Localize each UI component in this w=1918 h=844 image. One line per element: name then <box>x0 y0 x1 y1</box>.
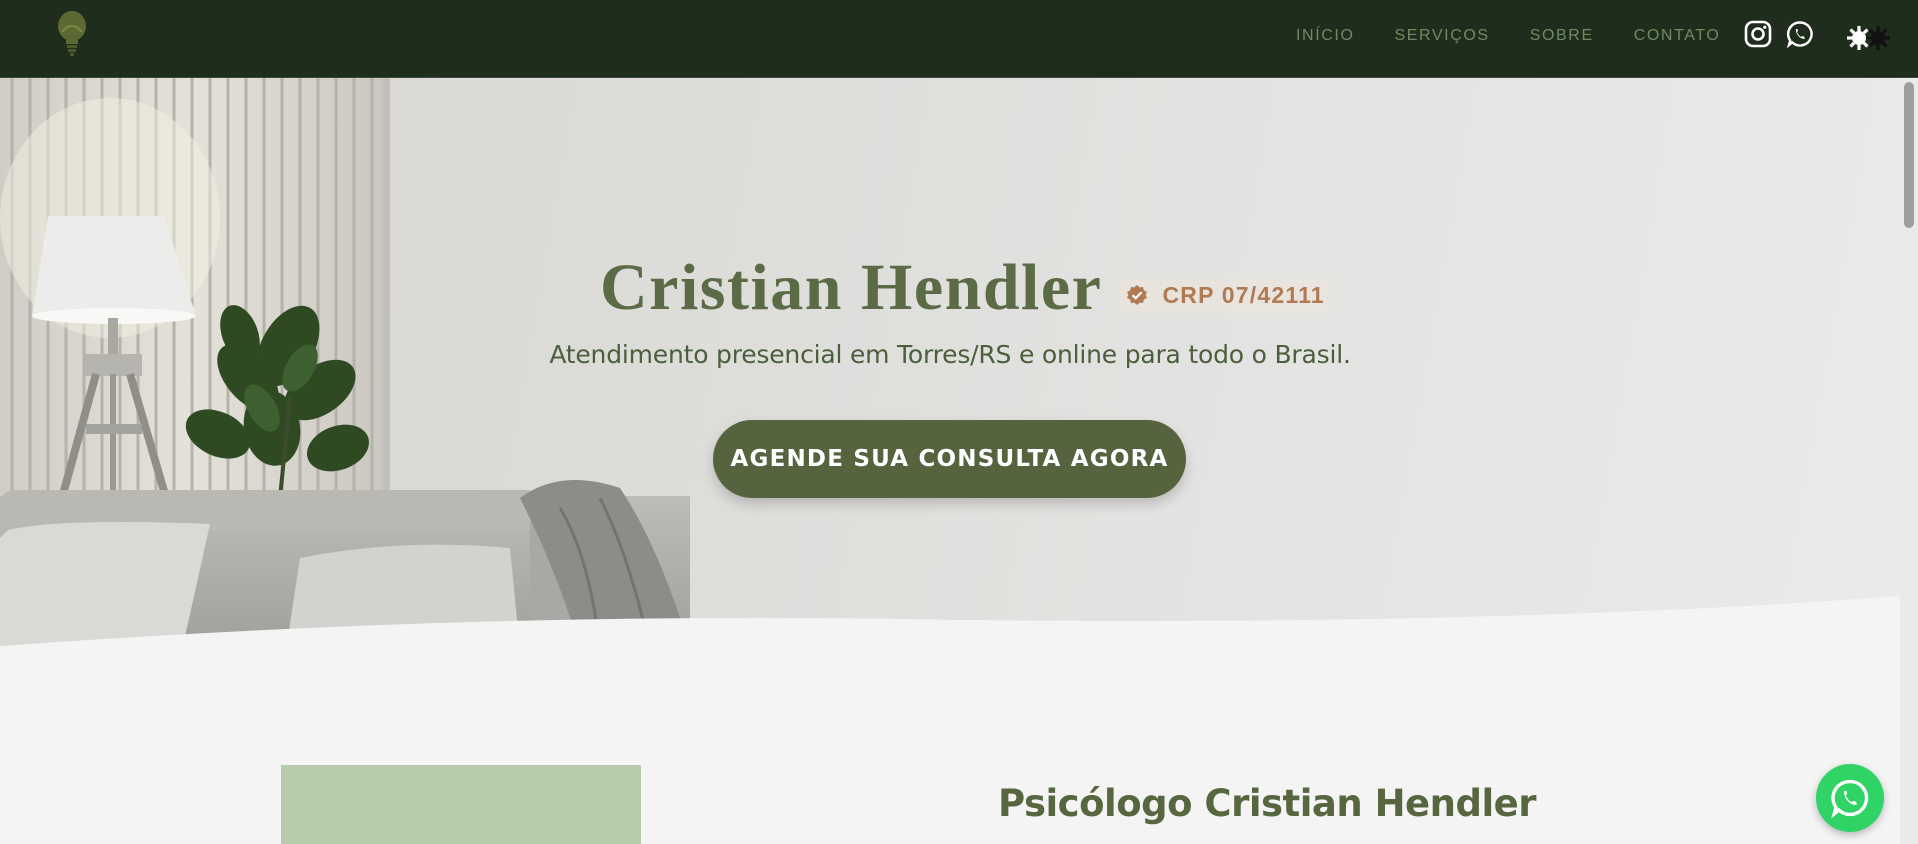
crp-number: CRP 07/42111 <box>1162 281 1325 308</box>
hero-subtitle: Atendimento presencial em Torres/RS e on… <box>549 340 1351 369</box>
crp-badge: CRP 07/42111 <box>1120 277 1331 313</box>
schedule-consultation-button[interactable]: AGENDE SUA CONSULTA AGORA <box>713 420 1186 498</box>
scrollbar-thumb[interactable] <box>1904 82 1914 228</box>
nav-link-inicio[interactable]: INÍCIO <box>1296 27 1355 45</box>
nav-link-sobre[interactable]: SOBRE <box>1530 27 1594 45</box>
whatsapp-float-icon <box>1831 779 1869 818</box>
lightbulb-logo-icon[interactable] <box>56 10 88 58</box>
theme-toggle-icon[interactable] <box>1842 22 1894 52</box>
verified-badge-icon <box>1127 285 1148 305</box>
nav-link-servicos[interactable]: SERVIÇOS <box>1395 27 1490 45</box>
whatsapp-icon[interactable] <box>1786 20 1814 48</box>
top-navbar: INÍCIO SERVIÇOS SOBRE CONTATO <box>0 0 1918 78</box>
about-photo-placeholder <box>281 765 641 844</box>
hero-bottom-wave <box>0 596 1900 650</box>
hero-title-row: Cristian Hendler CRP 07/42111 <box>600 250 1331 326</box>
page-scrollbar[interactable] <box>1900 78 1918 844</box>
whatsapp-float-button[interactable] <box>1816 764 1884 832</box>
about-section-title: Psicólogo Cristian Hendler <box>998 782 1537 825</box>
nav-link-contato[interactable]: CONTATO <box>1634 27 1721 45</box>
hero-name: Cristian Hendler <box>600 251 1103 324</box>
hero-section: Cristian Hendler CRP 07/42111 Atendiment… <box>0 78 1900 650</box>
nav-menu: INÍCIO SERVIÇOS SOBRE CONTATO <box>1296 0 1760 72</box>
instagram-icon[interactable] <box>1744 20 1772 48</box>
